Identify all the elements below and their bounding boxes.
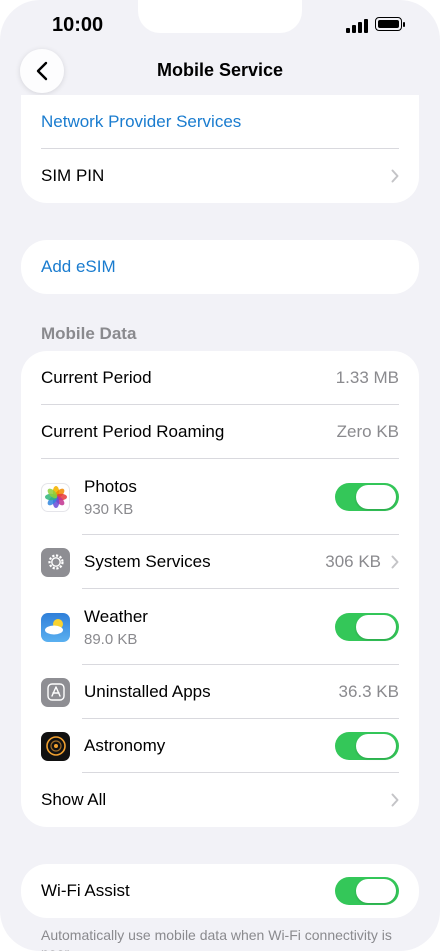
current-period-roaming-label: Current Period Roaming bbox=[41, 422, 225, 441]
network-provider-services-row[interactable]: Network Provider Services bbox=[21, 95, 419, 149]
app-usage: 36.3 KB bbox=[338, 682, 400, 701]
phone-screen: 10:00 Mobile Service Network Provider Se… bbox=[0, 0, 440, 951]
chevron-right-icon bbox=[391, 555, 399, 569]
app-store-icon bbox=[41, 677, 70, 707]
app-name: System Services bbox=[84, 552, 211, 571]
photos-icon bbox=[41, 482, 70, 512]
app-usage: 306 KB bbox=[325, 552, 381, 571]
add-esim-group: Add eSIM bbox=[21, 240, 419, 294]
show-all-row[interactable]: Show All bbox=[21, 773, 419, 827]
app-usage: 930 KB bbox=[84, 500, 134, 518]
battery-icon bbox=[375, 17, 407, 33]
wifi-assist-label: Wi-Fi Assist bbox=[41, 881, 130, 900]
app-name: Photos bbox=[84, 476, 137, 496]
signal-icon bbox=[346, 19, 370, 33]
current-period-label: Current Period bbox=[41, 368, 152, 387]
network-provider-services-label: Network Provider Services bbox=[41, 112, 242, 131]
add-esim-label: Add eSIM bbox=[41, 257, 116, 276]
wifi-assist-footnote: Automatically use mobile data when Wi-Fi… bbox=[41, 927, 392, 951]
chevron-right-icon bbox=[391, 169, 399, 183]
app-name: Uninstalled Apps bbox=[84, 682, 211, 701]
app-row-photos: Photos 930 KB bbox=[21, 459, 419, 535]
mobile-data-group: Current Period 1.33 MB Current Period Ro… bbox=[21, 351, 419, 827]
weather-toggle[interactable] bbox=[335, 613, 399, 641]
current-period-roaming-row: Current Period Roaming Zero KB bbox=[21, 405, 419, 459]
page-title: Mobile Service bbox=[156, 60, 284, 80]
app-name: Astronomy bbox=[84, 736, 166, 755]
photos-toggle[interactable] bbox=[335, 483, 399, 511]
notch bbox=[138, 0, 302, 33]
show-all-label: Show All bbox=[41, 790, 107, 809]
app-row-uninstalled-apps: Uninstalled Apps 36.3 KB bbox=[21, 665, 419, 719]
status-time: 10:00 bbox=[52, 14, 104, 36]
sim-pin-row[interactable]: SIM PIN bbox=[21, 149, 419, 203]
current-period-row: Current Period 1.33 MB bbox=[21, 351, 419, 405]
astronomy-icon bbox=[41, 731, 70, 761]
app-row-weather: Weather 89.0 KB bbox=[21, 589, 419, 665]
app-row-astronomy: Astronomy bbox=[21, 719, 419, 773]
wifi-assist-toggle[interactable] bbox=[335, 877, 399, 905]
astronomy-toggle[interactable] bbox=[335, 732, 399, 760]
wifi-assist-group: Wi-Fi Assist bbox=[21, 864, 419, 918]
app-name: Weather bbox=[84, 606, 148, 626]
sim-pin-label: SIM PIN bbox=[41, 166, 105, 185]
mobile-data-header: Mobile Data bbox=[41, 324, 137, 343]
sim-settings-group: Network Provider Services SIM PIN bbox=[21, 95, 419, 203]
chevron-right-icon bbox=[391, 793, 399, 807]
gear-icon bbox=[41, 547, 70, 577]
wifi-assist-row: Wi-Fi Assist bbox=[21, 864, 419, 918]
weather-icon bbox=[41, 612, 70, 642]
add-esim-row[interactable]: Add eSIM bbox=[21, 240, 419, 294]
app-usage: 89.0 KB bbox=[84, 630, 138, 648]
app-row-system-services[interactable]: System Services 306 KB bbox=[21, 535, 419, 589]
current-period-roaming-value: Zero KB bbox=[336, 422, 399, 441]
current-period-value: 1.33 MB bbox=[335, 368, 399, 387]
